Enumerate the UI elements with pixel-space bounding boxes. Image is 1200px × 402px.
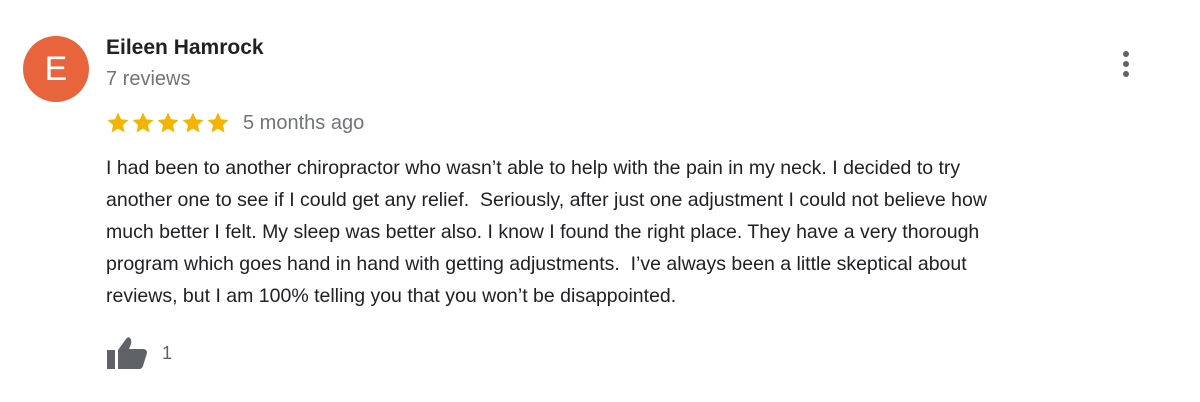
author-name[interactable]: Eileen Hamrock bbox=[106, 36, 264, 60]
thumbs-up-icon bbox=[107, 337, 147, 369]
avatar-initial: E bbox=[44, 50, 68, 88]
review-card: E Eileen Hamrock 7 reviews 5 months ago … bbox=[0, 0, 1200, 402]
star-icon bbox=[131, 111, 155, 135]
star-icon bbox=[106, 111, 130, 135]
review-date: 5 months ago bbox=[243, 111, 365, 134]
star-icon bbox=[156, 111, 180, 135]
author-avatar[interactable]: E bbox=[23, 36, 89, 102]
review-text: I had been to another chiropractor who w… bbox=[106, 157, 987, 307]
more-options-button[interactable] bbox=[1110, 46, 1142, 82]
star-icon bbox=[181, 111, 205, 135]
author-review-count: 7 reviews bbox=[106, 68, 191, 90]
more-vertical-icon bbox=[1123, 51, 1129, 77]
rating-row: 5 months ago bbox=[106, 110, 364, 136]
like-button[interactable]: 1 bbox=[106, 336, 172, 370]
star-icon bbox=[206, 111, 230, 135]
star-rating bbox=[106, 111, 231, 135]
like-count: 1 bbox=[162, 342, 173, 363]
